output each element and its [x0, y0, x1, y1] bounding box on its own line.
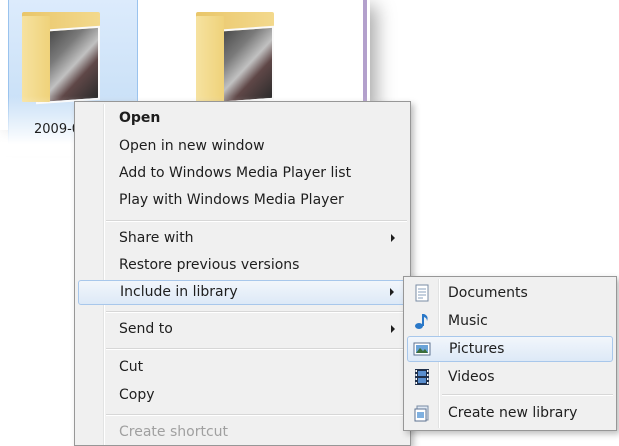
menu-item-label: Create shortcut: [119, 424, 229, 440]
menu-item-label: Include in library: [120, 284, 238, 300]
menu-item-label: Open: [119, 110, 161, 126]
submenu-item-label: Videos: [448, 369, 495, 385]
menu-separator: [106, 220, 407, 222]
submenu-arrow-icon: [391, 325, 395, 333]
pictures-library-icon: [413, 342, 431, 356]
submenu-item-documents[interactable]: Documents: [407, 280, 613, 306]
menu-item-add-to-wmp-list[interactable]: Add to Windows Media Player list: [78, 161, 407, 186]
submenu-separator: [442, 394, 613, 396]
submenu-item-pictures[interactable]: Pictures: [407, 336, 613, 362]
menu-item-open[interactable]: Open: [78, 106, 407, 131]
film-strip-icon: [415, 369, 429, 385]
submenu-item-create-new-library[interactable]: Create new library: [407, 400, 613, 426]
context-menu: Open Open in new window Add to Windows M…: [74, 101, 411, 446]
documents-library-icon: [415, 284, 429, 302]
menu-item-label: Send to: [119, 321, 173, 337]
menu-item-label: Add to Windows Media Player list: [119, 165, 352, 181]
submenu-arrow-icon: [391, 234, 395, 242]
menu-item-play-with-wmp[interactable]: Play with Windows Media Player: [78, 188, 407, 213]
menu-item-label: Cut: [119, 359, 144, 375]
menu-item-create-shortcut[interactable]: Create shortcut: [78, 420, 407, 445]
submenu-item-videos[interactable]: Videos: [407, 364, 613, 390]
menu-item-open-new-window[interactable]: Open in new window: [78, 134, 407, 159]
submenu-item-label: Pictures: [449, 341, 505, 357]
menu-item-label: Copy: [119, 387, 155, 403]
folder-icon[interactable]: [22, 4, 104, 105]
submenu-item-label: Create new library: [448, 405, 578, 421]
menu-item-label: Open in new window: [119, 138, 265, 154]
menu-separator: [106, 311, 407, 313]
submenu-arrow-icon: [390, 288, 394, 296]
music-note-icon: [415, 314, 428, 329]
submenu-item-label: Music: [448, 313, 488, 329]
menu-item-copy[interactable]: Copy: [78, 383, 407, 408]
menu-item-share-with[interactable]: Share with: [78, 226, 407, 251]
new-library-icon: [414, 405, 429, 422]
menu-item-restore-previous-versions[interactable]: Restore previous versions: [78, 253, 407, 278]
menu-separator: [106, 414, 407, 416]
submenu-item-label: Documents: [448, 285, 528, 301]
menu-item-send-to[interactable]: Send to: [78, 317, 407, 342]
menu-item-cut[interactable]: Cut: [78, 355, 407, 380]
library-submenu: Documents Music Pictures Videos Create n…: [403, 276, 617, 431]
menu-item-label: Share with: [119, 230, 194, 246]
menu-item-label: Play with Windows Media Player: [119, 192, 344, 208]
menu-separator: [106, 348, 407, 350]
folder-icon[interactable]: [196, 4, 278, 105]
menu-item-include-in-library[interactable]: Include in library: [78, 280, 407, 305]
menu-item-label: Restore previous versions: [119, 257, 300, 273]
submenu-item-music[interactable]: Music: [407, 308, 613, 334]
